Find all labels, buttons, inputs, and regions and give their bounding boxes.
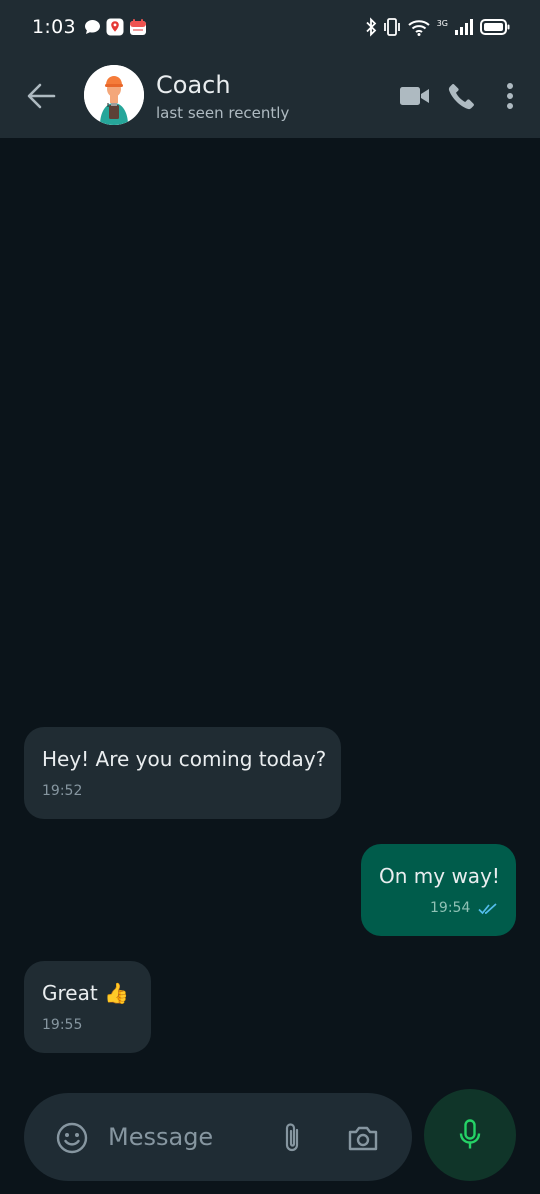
network-type-label: 3G — [436, 18, 448, 28]
message-time: 19:55 — [42, 1017, 83, 1033]
paperclip-icon[interactable] — [280, 1121, 304, 1155]
map-pin-icon — [106, 18, 124, 36]
emoji-icon[interactable] — [56, 1122, 88, 1154]
message-bubble-incoming[interactable]: Hey! Are you coming today? 19:52 — [24, 727, 341, 819]
phone-icon[interactable] — [448, 82, 476, 110]
camera-icon[interactable] — [347, 1124, 379, 1152]
signal-icon — [455, 19, 473, 35]
status-time: 1:03 — [32, 16, 76, 38]
chat-header: Coach last seen recently — [0, 54, 540, 138]
calendar-icon — [129, 19, 146, 35]
coach-avatar-image — [84, 65, 144, 125]
vibrate-icon — [383, 18, 400, 36]
back-arrow-icon[interactable] — [26, 82, 56, 110]
message-time: 19:54 — [430, 900, 471, 916]
message-composer — [24, 1093, 412, 1181]
message-bubble-incoming[interactable]: Great 👍 19:55 — [24, 961, 151, 1053]
read-receipt-double-check-icon — [478, 903, 497, 915]
message-text: On my way! — [379, 864, 500, 888]
message-input[interactable] — [108, 1115, 268, 1159]
notification-icons — [84, 18, 147, 36]
voice-message-button[interactable] — [424, 1089, 516, 1181]
wifi-icon — [408, 20, 430, 36]
contact-name[interactable]: Coach — [156, 71, 231, 99]
chat-bubble-icon — [84, 20, 100, 34]
bluetooth-icon — [366, 17, 376, 37]
status-bar: 1:03 3G — [0, 0, 540, 54]
system-icons: 3G — [365, 17, 510, 37]
message-text: Great 👍 — [42, 981, 129, 1005]
message-text: Hey! Are you coming today? — [42, 747, 327, 771]
message-time: 19:52 — [42, 783, 83, 799]
message-bubble-outgoing[interactable]: On my way! 19:54 — [361, 844, 516, 936]
contact-last-seen: last seen recently — [156, 104, 290, 122]
chat-screen: 1:03 3G Coach last seen recently Hey! Ar… — [0, 0, 540, 1194]
contact-avatar[interactable] — [84, 65, 144, 125]
microphone-icon — [459, 1119, 481, 1149]
video-call-icon[interactable] — [399, 84, 430, 108]
more-vert-icon[interactable] — [503, 82, 517, 110]
battery-icon — [480, 19, 510, 35]
